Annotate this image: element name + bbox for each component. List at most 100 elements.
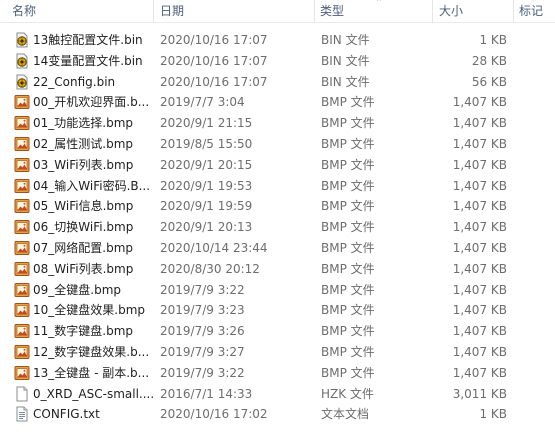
file-size: 1,407 KB	[452, 178, 507, 193]
file-size: 1 KB	[479, 407, 507, 422]
column-header-type[interactable]: 类型	[320, 0, 344, 22]
file-row[interactable]: 22_Config.bin 2020/10/16 17:07 BIN 文件 56 KB	[0, 72, 555, 93]
file-type: BMP 文件	[321, 282, 375, 297]
file-size: 3,011 KB	[452, 386, 507, 401]
column-header-bar: ⌃ 名称 日期 类型 大小 标记	[0, 0, 555, 23]
file-name: 06_切换WiFi.bmp	[33, 220, 134, 235]
file-size: 1,407 KB	[452, 303, 507, 318]
bmp-file-icon	[14, 198, 30, 214]
file-type: BMP 文件	[321, 240, 375, 255]
file-size: 1 KB	[479, 33, 507, 47]
file-name: 07_网络配置.bmp	[33, 240, 134, 255]
file-date: 2020/8/30 20:12	[160, 261, 260, 276]
file-row[interactable]: 03_WiFi列表.bmp 2020/9/1 20:15 BMP 文件 1,407 K…	[0, 155, 555, 176]
file-date: 2019/7/9 3:22	[160, 365, 245, 380]
bmp-file-icon	[14, 302, 30, 318]
bin-file-icon	[14, 53, 30, 69]
text-file-icon	[14, 406, 30, 422]
file-size: 56 KB	[471, 74, 507, 89]
file-date: 2020/10/14 23:44	[160, 240, 268, 255]
file-list: 13触控配置文件.bin 2020/10/16 17:07 BIN 文件 1 KB 14…	[0, 30, 555, 425]
file-date: 2020/10/16 17:02	[160, 407, 268, 422]
file-size: 1,407 KB	[452, 324, 507, 339]
file-row[interactable]: 11_数字键盘.bmp 2019/7/9 3:26 BMP 文件 1,407 KB	[0, 321, 555, 342]
file-size: 1,407 KB	[452, 116, 507, 131]
file-row[interactable]: 13触控配置文件.bin 2020/10/16 17:07 BIN 文件 1 KB	[0, 30, 555, 51]
column-divider[interactable]	[153, 0, 154, 22]
file-row[interactable]: 07_网络配置.bmp 2020/10/14 23:44 BMP 文件 1,407 K…	[0, 238, 555, 259]
file-size: 28 KB	[471, 53, 507, 68]
file-type: HZK 文件	[321, 386, 374, 401]
file-size: 1,407 KB	[452, 95, 507, 110]
file-type: BIN 文件	[321, 74, 370, 89]
file-row[interactable]: 12_数字键盘效果.b... 2019/7/9 3:27 BMP 文件 1,407 K…	[0, 342, 555, 363]
file-type: BMP 文件	[321, 116, 375, 131]
file-type: BIN 文件	[321, 33, 370, 47]
file-row[interactable]: 02_属性测试.bmp 2019/8/5 15:50 BMP 文件 1,407 KB	[0, 134, 555, 155]
file-name: 04_输入WiFi密码.B...	[33, 178, 151, 193]
file-row[interactable]: 05_WiFi信息.bmp 2020/9/1 19:59 BMP 文件 1,407 K…	[0, 196, 555, 217]
file-date: 2019/8/5 15:50	[160, 136, 253, 151]
file-size: 1,407 KB	[452, 220, 507, 235]
bmp-file-icon	[14, 240, 30, 256]
file-type: BMP 文件	[321, 136, 375, 151]
file-row[interactable]: 09_全键盘.bmp 2019/7/9 3:22 BMP 文件 1,407 KB	[0, 280, 555, 301]
file-name: 00_开机欢迎界面.b...	[33, 95, 150, 110]
file-name: 13触控配置文件.bin	[33, 33, 143, 47]
column-divider[interactable]	[513, 0, 514, 22]
file-row[interactable]: 08_WiFi列表.bmp 2020/8/30 20:12 BMP 文件 1,407 …	[0, 259, 555, 280]
bmp-file-icon	[14, 365, 30, 381]
file-row[interactable]: 04_输入WiFi密码.B... 2020/9/1 19:53 BMP 文件 1,40…	[0, 176, 555, 197]
bmp-file-icon	[14, 219, 30, 235]
file-date: 2019/7/9 3:27	[160, 344, 245, 359]
bin-file-icon	[14, 74, 30, 90]
file-date: 2019/7/9 3:22	[160, 282, 245, 297]
file-name: CONFIG.txt	[33, 407, 100, 422]
file-row[interactable]: 01_功能选择.bmp 2020/9/1 21:15 BMP 文件 1,407 KB	[0, 113, 555, 134]
file-size: 1,407 KB	[452, 282, 507, 297]
bin-file-icon	[14, 32, 30, 48]
column-divider[interactable]	[432, 0, 433, 22]
bmp-file-icon	[14, 94, 30, 110]
file-date: 2020/9/1 20:15	[160, 157, 253, 172]
column-divider[interactable]	[314, 0, 315, 22]
file-size: 1,407 KB	[452, 344, 507, 359]
file-name: 03_WiFi列表.bmp	[33, 157, 134, 172]
file-size: 1,407 KB	[452, 240, 507, 255]
bmp-file-icon	[14, 115, 30, 131]
column-header-name[interactable]: 名称	[12, 0, 36, 22]
file-size: 1,407 KB	[452, 261, 507, 276]
file-type: BMP 文件	[321, 95, 375, 110]
file-type: BMP 文件	[321, 324, 375, 339]
sort-arrow-icon: ⌃	[375, 0, 383, 8]
column-header-size[interactable]: 大小	[439, 0, 463, 22]
file-type: BMP 文件	[321, 220, 375, 235]
file-date: 2019/7/9 3:23	[160, 303, 245, 318]
file-type: 文本文档	[321, 407, 370, 422]
bmp-file-icon	[14, 261, 30, 277]
file-row[interactable]: 13_全键盘 - 副本.b... 2019/7/9 3:22 BMP 文件 1,407…	[0, 363, 555, 384]
file-type: BMP 文件	[321, 157, 375, 172]
column-header-date[interactable]: 日期	[160, 0, 184, 22]
file-date: 2016/7/1 14:33	[160, 386, 253, 401]
file-name: 14变量配置文件.bin	[33, 53, 143, 68]
file-size: 1,407 KB	[452, 157, 507, 172]
bmp-file-icon	[14, 282, 30, 298]
file-type: BIN 文件	[321, 53, 370, 68]
file-row[interactable]: 14变量配置文件.bin 2020/10/16 17:07 BIN 文件 28 KB	[0, 51, 555, 72]
file-row[interactable]: 00_开机欢迎界面.b... 2019/7/7 3:04 BMP 文件 1,407 K…	[0, 92, 555, 113]
file-row[interactable]: 10_全键盘效果.bmp 2019/7/9 3:23 BMP 文件 1,407 KB	[0, 300, 555, 321]
file-size: 1,407 KB	[452, 199, 507, 214]
bmp-file-icon	[14, 178, 30, 194]
file-type: BMP 文件	[321, 261, 375, 276]
column-header-tags[interactable]: 标记	[519, 0, 543, 22]
bmp-file-icon	[14, 323, 30, 339]
file-row[interactable]: 06_切换WiFi.bmp 2020/9/1 20:13 BMP 文件 1,407 K…	[0, 217, 555, 238]
file-row[interactable]: 0_XRD_ASC-small.... 2016/7/1 14:33 HZK 文件 3…	[0, 384, 555, 405]
file-size: 1,407 KB	[452, 136, 507, 151]
file-name: 08_WiFi列表.bmp	[33, 261, 134, 276]
file-size: 1,407 KB	[452, 365, 507, 380]
file-name: 13_全键盘 - 副本.b...	[33, 365, 150, 380]
file-row[interactable]: CONFIG.txt 2020/10/16 17:02 文本文档 1 KB	[0, 404, 555, 425]
file-name: 0_XRD_ASC-small....	[33, 386, 153, 401]
